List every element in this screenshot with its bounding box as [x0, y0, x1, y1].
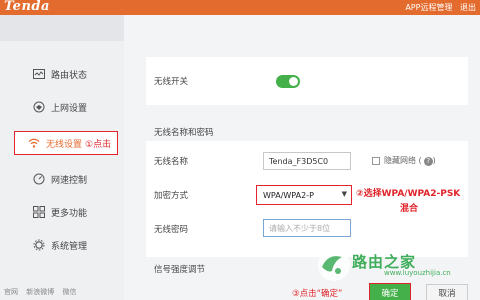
- password-input[interactable]: 请输入不少于8位: [263, 219, 351, 237]
- security-mode-value: WPA/WPA2-P: [263, 190, 314, 200]
- sidebar-item-label: 路由状态: [51, 70, 88, 81]
- security-row: 加密方式: [154, 186, 188, 204]
- app-remote-link[interactable]: APP远程管理: [405, 3, 452, 12]
- grid-icon: [33, 206, 45, 218]
- gear-icon: [33, 239, 45, 251]
- sidebar-item-label: 更多功能: [51, 208, 88, 219]
- sidebar-item-more-features[interactable]: 更多功能: [0, 200, 124, 224]
- status-monitor-icon: [33, 69, 45, 79]
- official-site-link[interactable]: 官网: [4, 288, 18, 296]
- wireless-switch-label: 无线开关: [154, 77, 189, 87]
- hide-network-label: 隐藏网络 (?): [384, 156, 436, 166]
- hide-network-checkbox[interactable]: [372, 157, 380, 165]
- ssid-label: 无线名称: [154, 157, 189, 167]
- sidebar-footer: 官网 新浪微博 微信: [4, 287, 82, 297]
- wifi-icon: [28, 138, 40, 148]
- ssid-row: 无线名称: [154, 152, 188, 170]
- security-label: 加密方式: [154, 191, 189, 201]
- sidebar-item-label: 网速控制: [51, 175, 88, 186]
- sidebar-item-label: 上网设置: [51, 103, 88, 114]
- sidebar: 路由状态 上网设置 无线设置 ①点击 网速控制 更多功能 系统管理 官网 新浪微…: [0, 15, 124, 300]
- wechat-link[interactable]: 微信: [62, 288, 76, 296]
- toggle-knob: [289, 77, 298, 86]
- step2-annotation-line2: 混合: [400, 204, 419, 214]
- password-label: 无线密码: [154, 225, 189, 235]
- sidebar-item-system[interactable]: 系统管理: [0, 233, 124, 257]
- weibo-link[interactable]: 新浪微博: [26, 288, 54, 296]
- top-links: APP远程管理 退出: [400, 2, 476, 13]
- section-title-signal: 信号强度调节: [154, 265, 206, 275]
- speed-gauge-icon: [33, 173, 45, 185]
- watermark-url: www.luyouzhijia.cn: [384, 269, 451, 277]
- step2-annotation: ②选择WPA/WPA2-PSK: [356, 189, 461, 199]
- ssid-password-card: 无线名称 Tenda_F3D5C0 隐藏网络 (?) 加密方式 WPA/WPA2…: [146, 141, 468, 257]
- logout-link[interactable]: 退出: [460, 3, 476, 12]
- wireless-switch-card: 无线开关: [146, 57, 468, 105]
- top-bar: Tenda APP远程管理 退出: [0, 0, 480, 15]
- wireless-switch-toggle[interactable]: [276, 75, 300, 88]
- ssid-input[interactable]: Tenda_F3D5C0: [263, 152, 351, 170]
- cancel-button[interactable]: 取消: [426, 284, 468, 300]
- sidebar-item-router-status[interactable]: 路由状态: [0, 62, 124, 86]
- dropdown-caret-icon: ▼: [341, 190, 347, 198]
- sidebar-header-band: [0, 15, 124, 41]
- wireless-switch-row: 无线开关: [154, 72, 188, 90]
- step1-annotation: ①点击: [85, 139, 112, 150]
- security-mode-select[interactable]: WPA/WPA2-P ▼: [256, 185, 352, 205]
- step3-annotation: ③点击“确定”: [292, 289, 343, 299]
- password-row: 无线密码: [154, 220, 188, 238]
- tenda-logo[interactable]: Tenda: [4, 0, 50, 14]
- ok-button[interactable]: 确定: [369, 283, 411, 300]
- main-content: 无线开关 无线名称和密码 无线名称 Tenda_F3D5C0 隐藏网络 (?) …: [124, 15, 480, 300]
- hide-network-text: 隐藏网络: [384, 156, 416, 165]
- globe-icon: [33, 101, 45, 113]
- sidebar-item-label: 系统管理: [51, 241, 88, 252]
- help-icon[interactable]: ?: [423, 157, 433, 166]
- section-title-name-password: 无线名称和密码: [154, 128, 214, 138]
- sidebar-item-wireless[interactable]: 无线设置 ①点击: [14, 131, 118, 155]
- sidebar-item-internet[interactable]: 上网设置: [0, 95, 124, 119]
- sidebar-item-label: 无线设置: [46, 139, 83, 150]
- sidebar-item-speed-control[interactable]: 网速控制: [0, 167, 124, 191]
